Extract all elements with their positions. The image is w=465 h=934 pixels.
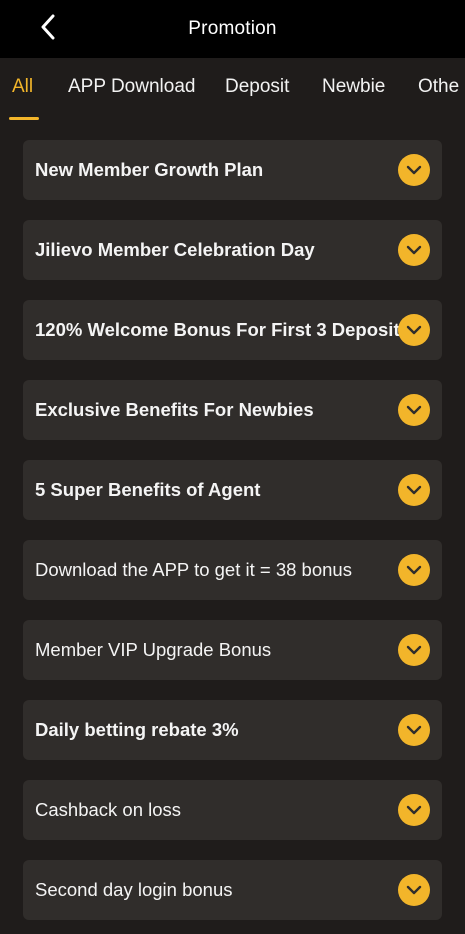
promotion-label: Cashback on loss bbox=[35, 799, 182, 820]
promotion-item[interactable]: Download the APP to get it = 38 bonus bbox=[23, 540, 442, 600]
category-tabs: All APP Download Deposit Newbie Othe bbox=[0, 58, 465, 124]
chevron-down-icon[interactable] bbox=[398, 314, 430, 346]
promotion-item[interactable]: Second day login bonus bbox=[23, 860, 442, 920]
promotion-label: Daily betting rebate 3% bbox=[35, 719, 239, 740]
promotion-label: Member VIP Upgrade Bonus bbox=[35, 639, 272, 660]
tab-all[interactable]: All bbox=[12, 76, 33, 98]
tab-app-download[interactable]: APP Download bbox=[68, 76, 195, 98]
chevron-down-icon[interactable] bbox=[398, 154, 430, 186]
tab-newbie[interactable]: Newbie bbox=[322, 76, 385, 98]
promotion-label: Second day login bonus bbox=[35, 879, 233, 900]
promotion-item[interactable]: 5 Super Benefits of Agent bbox=[23, 460, 442, 520]
chevron-down-icon[interactable] bbox=[398, 554, 430, 586]
promotion-label: 5 Super Benefits of Agent bbox=[35, 479, 261, 500]
promotion-item[interactable]: Jilievo Member Celebration Day bbox=[23, 220, 442, 280]
chevron-down-icon[interactable] bbox=[398, 634, 430, 666]
promotion-label: New Member Growth Plan bbox=[35, 159, 264, 180]
promotion-item[interactable]: Daily betting rebate 3% bbox=[23, 700, 442, 760]
chevron-down-icon[interactable] bbox=[398, 394, 430, 426]
tab-deposit[interactable]: Deposit bbox=[225, 76, 289, 98]
promotion-label: Exclusive Benefits For Newbies bbox=[35, 399, 314, 420]
promotion-item[interactable]: Cashback on loss bbox=[23, 780, 442, 840]
chevron-down-icon[interactable] bbox=[398, 714, 430, 746]
chevron-left-icon bbox=[41, 14, 55, 40]
promotion-label: Download the APP to get it = 38 bonus bbox=[35, 559, 352, 580]
chevron-down-icon[interactable] bbox=[398, 234, 430, 266]
chevron-down-icon[interactable] bbox=[398, 474, 430, 506]
app-header: Promotion bbox=[0, 0, 465, 58]
chevron-down-icon[interactable] bbox=[398, 794, 430, 826]
back-button[interactable] bbox=[34, 12, 62, 42]
promotion-label: Jilievo Member Celebration Day bbox=[35, 239, 315, 260]
promotion-item[interactable]: New Member Growth Plan bbox=[23, 140, 442, 200]
promotion-item[interactable]: 120% Welcome Bonus For First 3 Deposit bbox=[23, 300, 442, 360]
promotion-item[interactable]: Member VIP Upgrade Bonus bbox=[23, 620, 442, 680]
promotion-item[interactable]: Exclusive Benefits For Newbies bbox=[23, 380, 442, 440]
chevron-down-icon[interactable] bbox=[398, 874, 430, 906]
page-title: Promotion bbox=[188, 18, 277, 39]
active-tab-indicator bbox=[9, 117, 39, 120]
tab-other[interactable]: Othe bbox=[418, 76, 459, 98]
promotion-label: 120% Welcome Bonus For First 3 Deposit bbox=[35, 319, 400, 340]
